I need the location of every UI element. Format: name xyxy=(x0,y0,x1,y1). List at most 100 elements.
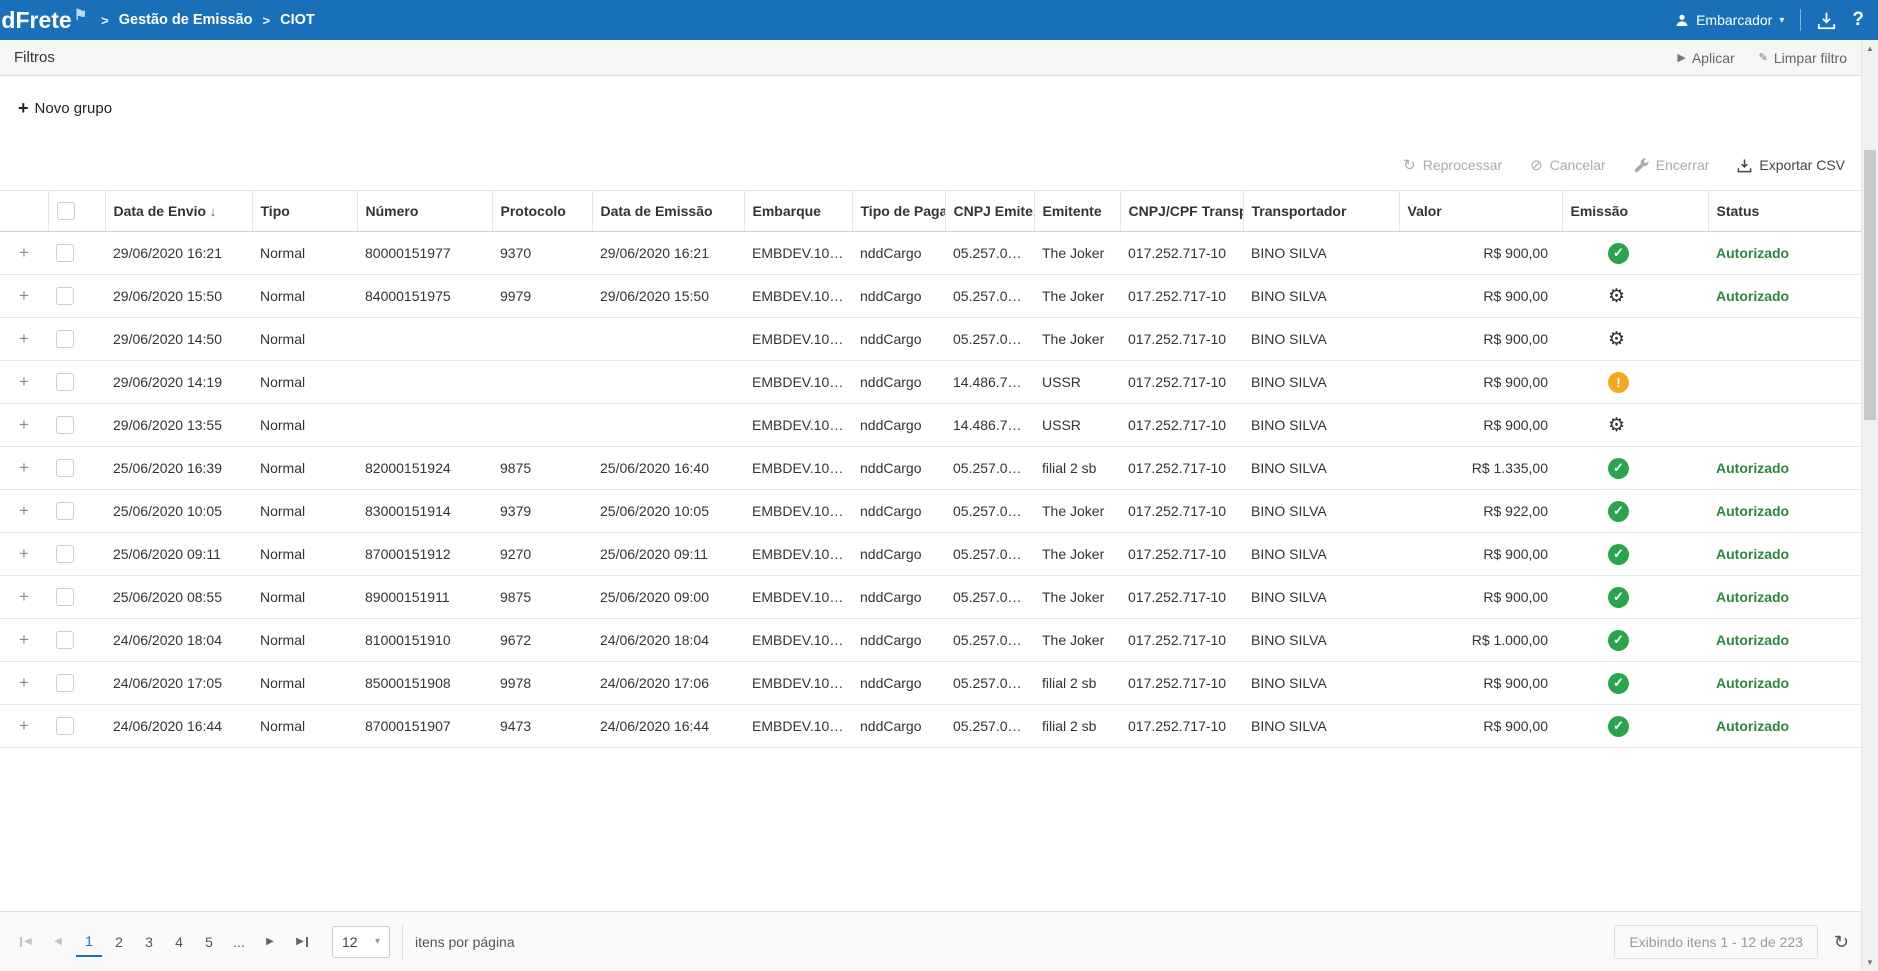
row-checkbox[interactable] xyxy=(56,674,74,692)
cell-data_envio: 29/06/2020 14:19 xyxy=(105,361,252,404)
page-size-select[interactable]: 12 ▾ xyxy=(332,926,390,958)
footer-divider xyxy=(402,924,403,960)
row-checkbox[interactable] xyxy=(56,545,74,563)
pager-page-4[interactable]: 4 xyxy=(166,927,192,957)
expand-row-button[interactable]: + xyxy=(19,372,29,391)
row-checkbox[interactable] xyxy=(56,287,74,305)
gear-icon[interactable]: ⚙ xyxy=(1608,329,1625,350)
breadcrumb-ciot[interactable]: CIOT xyxy=(280,12,315,28)
expand-row-button[interactable]: + xyxy=(19,587,29,606)
cell-embarque: EMBDEV.104817 xyxy=(744,447,852,490)
column-header-cnpj_emitente[interactable]: CNPJ Emite... xyxy=(945,191,1034,232)
expand-row-button[interactable]: + xyxy=(19,673,29,692)
pager-page-2[interactable]: 2 xyxy=(106,927,132,957)
cell-data_emissao: 24/06/2020 18:04 xyxy=(592,619,744,662)
vertical-scrollbar[interactable]: ▲ ▼ xyxy=(1861,40,1878,971)
cell-tipo_pagamento: nddCargo xyxy=(852,705,945,748)
logo-text: ldFrete xyxy=(0,7,72,34)
items-per-page-label: itens por página xyxy=(415,934,515,950)
expand-row-button[interactable]: + xyxy=(19,243,29,262)
cell-protocolo: 9473 xyxy=(492,705,592,748)
gear-icon[interactable]: ⚙ xyxy=(1608,415,1625,436)
expand-row-button[interactable]: + xyxy=(19,286,29,305)
select-all-checkbox[interactable] xyxy=(57,202,75,220)
cell-tipo: Normal xyxy=(252,361,357,404)
row-checkbox[interactable] xyxy=(56,330,74,348)
column-header-embarque[interactable]: Embarque xyxy=(744,191,852,232)
column-header-numero[interactable]: Número xyxy=(357,191,492,232)
column-header-transportador[interactable]: Transportador xyxy=(1243,191,1399,232)
new-group-button[interactable]: + Novo grupo xyxy=(18,99,112,117)
row-checkbox[interactable] xyxy=(56,459,74,477)
expand-row-button[interactable]: + xyxy=(19,458,29,477)
table-row: +24/06/2020 16:44Normal87000151907947324… xyxy=(0,705,1861,748)
column-header-data_emissao[interactable]: Data de Emissão xyxy=(592,191,744,232)
help-icon[interactable]: ? xyxy=(1852,9,1866,31)
column-header-cnpj_transportador[interactable]: CNPJ/CPF Transp... xyxy=(1120,191,1243,232)
column-header-tipo_pagamento[interactable]: Tipo de Paga... xyxy=(852,191,945,232)
expand-row-button[interactable]: + xyxy=(19,544,29,563)
row-checkbox[interactable] xyxy=(56,416,74,434)
expand-row-button[interactable]: + xyxy=(19,329,29,348)
refresh-icon[interactable]: ↻ xyxy=(1834,933,1849,951)
pager-prev-button[interactable]: ◀ xyxy=(44,928,72,956)
column-header-emitente[interactable]: Emitente xyxy=(1034,191,1120,232)
clear-filter-button[interactable]: ✎ Limpar filtro xyxy=(1759,50,1847,66)
encerrar-button[interactable]: Encerrar xyxy=(1634,157,1710,173)
next-page-icon: ▶ xyxy=(266,937,274,947)
reprocessar-button[interactable]: ↻Reprocessar xyxy=(1403,157,1502,173)
pager-last-button[interactable]: ▶ xyxy=(288,928,316,956)
column-header-emissao[interactable]: Emissão xyxy=(1562,191,1708,232)
cell-valor: R$ 900,00 xyxy=(1399,576,1562,619)
filters-title[interactable]: Filtros xyxy=(14,49,55,66)
cell-emissao: ⚙ xyxy=(1562,404,1708,447)
pager-page-3[interactable]: 3 xyxy=(136,927,162,957)
cell-cnpj_transportador: 017.252.717-10 xyxy=(1120,318,1243,361)
column-header-tipo[interactable]: Tipo xyxy=(252,191,357,232)
expand-row-button[interactable]: + xyxy=(19,630,29,649)
cell-cnpj_transportador: 017.252.717-10 xyxy=(1120,361,1243,404)
pager-page-5[interactable]: 5 xyxy=(196,927,222,957)
warning-icon[interactable]: ! xyxy=(1608,372,1629,393)
row-checkbox[interactable] xyxy=(56,373,74,391)
cell-select xyxy=(48,705,105,748)
cell-valor: R$ 900,00 xyxy=(1399,533,1562,576)
scroll-up-icon[interactable]: ▲ xyxy=(1862,40,1878,57)
pager-page-1[interactable]: 1 xyxy=(76,927,102,957)
scroll-down-icon[interactable]: ▼ xyxy=(1862,954,1878,971)
cell-status: Autorizado xyxy=(1708,232,1861,275)
row-checkbox[interactable] xyxy=(56,717,74,735)
exportar-csv-button[interactable]: Exportar CSV xyxy=(1737,157,1845,173)
user-menu[interactable]: Embarcador ▾ xyxy=(1675,12,1784,28)
cell-transportador: BINO SILVA xyxy=(1243,662,1399,705)
play-icon: ▶ xyxy=(1677,51,1685,64)
apply-filter-button[interactable]: ▶ Aplicar xyxy=(1677,50,1734,66)
app-logo[interactable]: ldFrete ⚑ xyxy=(0,7,87,34)
pager-first-button[interactable]: ◀ xyxy=(12,928,40,956)
row-checkbox[interactable] xyxy=(56,631,74,649)
cell-data_envio: 29/06/2020 14:50 xyxy=(105,318,252,361)
gear-icon[interactable]: ⚙ xyxy=(1608,286,1625,307)
cell-cnpj_transportador: 017.252.717-10 xyxy=(1120,275,1243,318)
expand-row-button[interactable]: + xyxy=(19,501,29,520)
expand-row-button[interactable]: + xyxy=(19,415,29,434)
download-icon[interactable] xyxy=(1817,11,1836,30)
pager-more-button[interactable]: ... xyxy=(226,927,252,957)
column-header-status[interactable]: Status xyxy=(1708,191,1861,232)
breadcrumb-gestao-de-emissao[interactable]: Gestão de Emissão xyxy=(119,12,253,28)
pager-next-button[interactable]: ▶ xyxy=(256,928,284,956)
cancelar-button[interactable]: ⊘Cancelar xyxy=(1530,157,1606,173)
scrollbar-thumb[interactable] xyxy=(1864,150,1876,420)
cell-expand: + xyxy=(0,318,48,361)
column-header-valor[interactable]: Valor xyxy=(1399,191,1562,232)
cell-cnpj_emitente: 05.257.045/0... xyxy=(945,447,1034,490)
cell-valor: R$ 900,00 xyxy=(1399,361,1562,404)
row-checkbox[interactable] xyxy=(56,502,74,520)
expand-row-button[interactable]: + xyxy=(19,716,29,735)
column-header-protocolo[interactable]: Protocolo xyxy=(492,191,592,232)
cell-status xyxy=(1708,361,1861,404)
row-checkbox[interactable] xyxy=(56,244,74,262)
row-checkbox[interactable] xyxy=(56,588,74,606)
column-header-data_envio[interactable]: Data de Envio ↓ xyxy=(105,191,252,232)
success-icon: ✓ xyxy=(1608,716,1629,737)
